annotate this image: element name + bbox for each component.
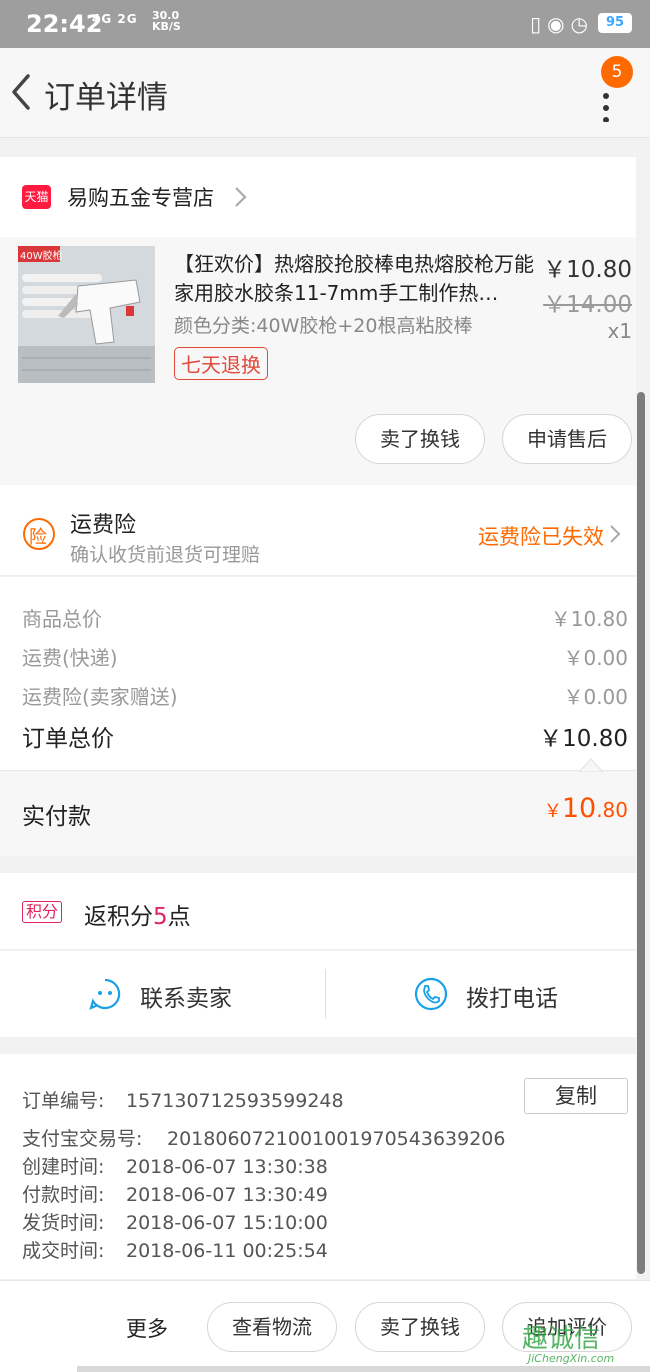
product-image[interactable]: 40W胶枪 [18, 246, 155, 383]
vibrate-icon: ▯ [530, 12, 548, 36]
summary-value: ￥0.00 [563, 685, 628, 709]
copy-button[interactable]: 复制 [524, 1078, 628, 1114]
shipping-insurance-row[interactable]: 险 运费险 确认收货前退货可理赔 运费险已失效 [0, 485, 636, 576]
more-button[interactable]: 更多 [126, 1313, 168, 1343]
status-time: 22:42 [26, 10, 103, 38]
insurance-title: 运费险 [70, 513, 137, 538]
resell-button[interactable]: 卖了换钱 [355, 414, 485, 464]
insurance-status: 运费险已失效 [478, 525, 604, 549]
order-total-label: 订单总价 [22, 726, 114, 752]
scrollbar[interactable] [637, 392, 645, 1274]
alipay-number-row: 支付宝交易号: 2018060721001001970543639206 [22, 1124, 505, 1151]
nav-bar: 订单详情 5 [0, 48, 650, 138]
summary-value: ￥0.00 [563, 646, 628, 670]
shop-header[interactable]: 天猫 易购五金专营店 [0, 157, 636, 237]
summary-row: 商品总价 ￥10.80 [22, 603, 628, 632]
order-info: 订单编号: 157130712593599248 复制 支付宝交易号: 201806… [0, 1054, 636, 1279]
alipay-trade-number: 2018060721001001970543639206 [167, 1128, 506, 1150]
info-label: 付款时间: [22, 1184, 105, 1206]
order-number: 157130712593599248 [126, 1090, 344, 1112]
phone-icon [414, 977, 448, 1011]
product-title[interactable]: 【狂欢价】热熔胶抢胶棒电热熔胶枪万能家用胶水胶条11-7mm手工制作热… [174, 250, 534, 308]
product-item[interactable]: 40W胶枪 【狂欢价】热熔胶抢胶棒电热熔胶枪万能家用胶水胶条11-7mm手工制作… [0, 237, 636, 485]
completed-time: 2018-06-11 00:25:54 [126, 1240, 328, 1262]
price-summary: 商品总价 ￥10.80 运费(快递) ￥0.00 运费险(卖家赠送) ￥0.00… [0, 577, 636, 770]
call-phone-button[interactable]: 拨打电话 [326, 951, 644, 1037]
amount-paid-label: 实付款 [22, 804, 91, 830]
insurance-icon-char: 险 [29, 527, 47, 548]
product-spec: 颜色分类:40W胶枪+20根高粘胶棒 [174, 315, 473, 337]
shipped-time-row: 发货时间: 2018-06-07 15:10:00 [22, 1208, 328, 1235]
points-tag: 积分 [22, 901, 63, 923]
return-policy-tag: 七天退换 [174, 347, 268, 380]
watermark-url: JiChengXin.com [528, 1352, 615, 1365]
status-bar: 22:42 4G 2G 30.0 KB/S ▯◉◷ 95 [0, 0, 650, 48]
summary-row: 运费(快递) ￥0.00 [22, 642, 628, 671]
points-row: 积分 返积分5点 [0, 873, 636, 950]
points-count: 5 [153, 904, 168, 930]
insurance-subtitle: 确认收货前退货可理赔 [70, 544, 261, 566]
amount-paid-row: 实付款 ￥10.80 [0, 758, 636, 856]
paid-time-row: 付款时间: 2018-06-07 13:30:49 [22, 1180, 328, 1207]
info-label: 支付宝交易号: [22, 1128, 143, 1150]
paid-time: 2018-06-07 13:30:49 [126, 1184, 328, 1206]
info-label: 成交时间: [22, 1240, 105, 1262]
completed-time-row: 成交时间: 2018-06-11 00:25:54 [22, 1236, 328, 1263]
order-total-value: ￥10.80 [539, 726, 628, 752]
system-icons: ▯◉◷ [530, 12, 594, 36]
summary-label: 商品总价 [22, 607, 102, 631]
created-time: 2018-06-07 13:30:38 [126, 1156, 328, 1178]
amount-paid-value: ￥10.80 [544, 793, 628, 824]
amount-integer: 10 [561, 793, 597, 824]
contact-seller-label: 联系卖家 [140, 986, 232, 1012]
summary-label: 运费险(卖家赠送) [22, 685, 178, 709]
watermark-text: 趣诚信 [522, 1324, 601, 1354]
contact-seller-button[interactable]: 联系卖家 [0, 951, 318, 1037]
currency-symbol: ￥ [543, 801, 562, 822]
battery-icon: 95 [598, 13, 632, 33]
watermark-logo: 趣诚信 JiChengXin.com [522, 1318, 646, 1370]
image-label: 40W胶枪 [20, 251, 63, 262]
alarm-icon: ◷ [570, 12, 594, 36]
notification-badge: 5 [601, 56, 633, 88]
call-phone-label: 拨打电话 [466, 986, 558, 1012]
resell-button[interactable]: 卖了换钱 [355, 1302, 485, 1352]
view-logistics-button[interactable]: 查看物流 [207, 1302, 337, 1352]
apply-after-sales-button[interactable]: 申请售后 [502, 414, 632, 464]
product-quantity: x1 [607, 319, 632, 343]
product-original-price: ￥14.00 [543, 292, 632, 318]
chevron-right-icon [610, 525, 621, 543]
more-menu-icon[interactable] [594, 82, 618, 122]
order-total-row: 订单总价 ￥10.80 [22, 719, 628, 753]
tmall-icon: 天猫 [22, 185, 51, 209]
summary-row: 运费险(卖家赠送) ￥0.00 [22, 681, 628, 710]
lock-icon: ◉ [547, 12, 571, 36]
caret-up-icon [579, 758, 603, 772]
created-time-row: 创建时间: 2018-06-07 13:30:38 [22, 1152, 328, 1179]
speed-unit: KB/S [152, 20, 181, 33]
shipped-time: 2018-06-07 15:10:00 [126, 1212, 328, 1234]
info-label: 订单编号: [22, 1090, 105, 1112]
back-arrow-icon[interactable] [6, 70, 36, 114]
points-text: 返积分5点 [84, 897, 191, 931]
order-number-row: 订单编号: 157130712593599248 [22, 1086, 344, 1113]
summary-label: 运费(快递) [22, 646, 118, 670]
summary-value: ￥10.80 [550, 607, 628, 631]
chat-bubble-icon [89, 978, 121, 1010]
amount-decimal: .80 [596, 798, 628, 822]
glue-gun-image [18, 246, 155, 383]
page-title: 订单详情 [44, 80, 168, 116]
points-prefix: 返积分 [84, 904, 153, 930]
points-suffix: 点 [167, 904, 191, 930]
network-speed: 30.0 KB/S [152, 10, 181, 32]
info-label: 发货时间: [22, 1212, 105, 1234]
info-label: 创建时间: [22, 1156, 105, 1178]
product-price: ￥10.80 [543, 257, 632, 283]
network-indicator: 4G 2G [92, 12, 138, 26]
contact-row: 联系卖家 拨打电话 [0, 951, 636, 1037]
chevron-right-icon [235, 187, 247, 207]
shop-name: 易购五金专营店 [67, 186, 214, 210]
